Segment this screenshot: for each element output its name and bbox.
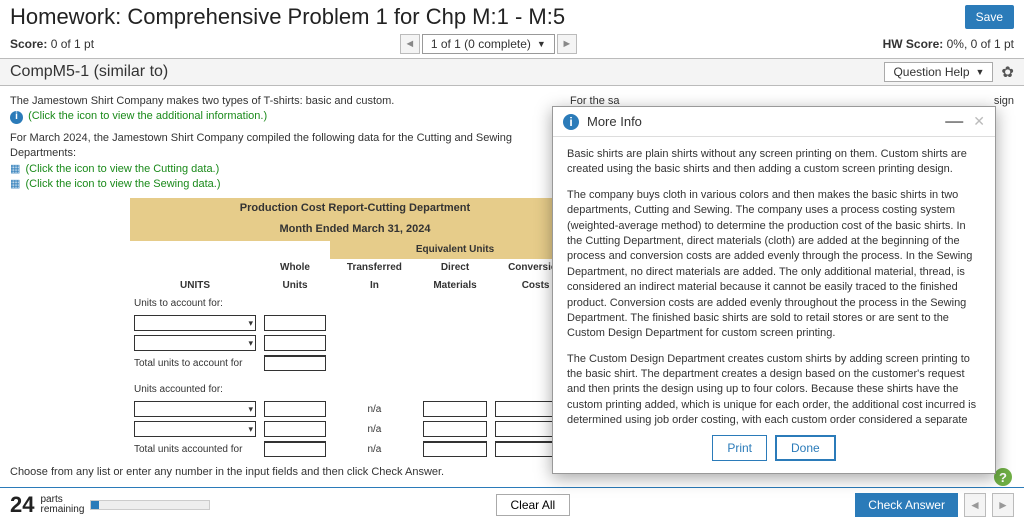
score-text: Score: 0 of 1 pt [10,37,94,51]
footer-next-button[interactable]: ► [992,493,1014,517]
minimize-icon[interactable]: — [945,118,963,125]
info-icon: i [563,114,579,130]
more-info-modal: i More Info — ✕ Basic shirts are plain s… [552,106,996,474]
whole-units-input[interactable] [264,421,326,437]
table-row: Total units accounted for n/a [130,439,580,459]
footer-prev-button[interactable]: ◄ [964,493,986,517]
problem-line1: The Jamestown Shirt Company makes two ty… [10,94,530,109]
chevron-down-icon: ▼ [537,39,546,49]
page-title: Homework: Comprehensive Problem 1 for Ch… [10,4,565,30]
equivalent-units-header: Equivalent Units [330,241,580,259]
section-1-label: Units to account for: [130,295,260,313]
help-icon[interactable]: ? [994,468,1012,486]
modal-title: More Info [587,114,642,129]
dm-input[interactable] [423,421,487,437]
table-row: n/a [130,419,580,439]
section-2-label: Units accounted for: [130,381,260,399]
row-label-dropdown[interactable] [134,421,256,437]
section-2-total-label: Total units accounted for [130,439,260,459]
hw-score-text: HW Score: 0%, 0 of 1 pt [883,37,1014,51]
parts-remaining: 24 parts remaining [10,492,210,518]
nav-page-dropdown[interactable]: 1 of 1 (0 complete)▼ [422,34,555,54]
whole-units-input[interactable] [264,401,326,417]
question-id: CompM5-1 (similar to) [10,63,168,81]
units-header: UNITS [130,277,260,295]
close-icon[interactable]: ✕ [973,113,985,130]
row-label-dropdown[interactable] [134,401,256,417]
done-button[interactable]: Done [775,435,836,461]
modal-body: Basic shirts are plain shirts without an… [553,137,995,427]
table-icon[interactable]: ▦ [10,163,20,175]
whole-units-input[interactable] [264,335,326,351]
check-answer-button[interactable]: Check Answer [855,493,958,517]
bg-sign-text: sign [994,94,1014,192]
report-title: Production Cost Report-Cutting Departmen… [130,198,580,219]
nav-prev-button[interactable]: ◄ [400,34,420,54]
info-icon[interactable]: i [10,111,23,124]
chevron-down-icon: ▼ [976,67,985,77]
nav-next-button[interactable]: ► [557,34,577,54]
table-row [130,333,580,353]
question-help-dropdown[interactable]: Question Help▼ [884,62,993,82]
table-row: n/a [130,399,580,419]
production-report: Production Cost Report-Cutting Departmen… [130,198,580,459]
problem-line2: For March 2024, the Jamestown Shirt Comp… [10,131,530,162]
print-button[interactable]: Print [712,435,767,461]
total-input[interactable] [264,441,326,457]
whole-units-input[interactable] [264,315,326,331]
progress-bar [90,500,210,510]
cutting-data-link[interactable]: (Click the icon to view the Cutting data… [25,163,219,175]
section-1-total-label: Total units to account for [130,353,260,373]
table-row [130,313,580,333]
additional-info-link[interactable]: (Click the icon to view the additional i… [28,110,267,122]
clear-all-button[interactable]: Clear All [496,494,571,516]
table-icon[interactable]: ▦ [10,178,20,190]
sewing-data-link[interactable]: (Click the icon to view the Sewing data.… [25,178,220,190]
total-input[interactable] [264,355,326,371]
save-button[interactable]: Save [965,5,1014,29]
report-subtitle: Month Ended March 31, 2024 [130,220,580,241]
row-label-dropdown[interactable] [134,335,256,351]
total-dm-input[interactable] [423,441,487,457]
gear-icon[interactable]: ✿ [1001,63,1014,81]
dm-input[interactable] [423,401,487,417]
table-row: Total units to account for [130,353,580,373]
row-label-dropdown[interactable] [134,315,256,331]
